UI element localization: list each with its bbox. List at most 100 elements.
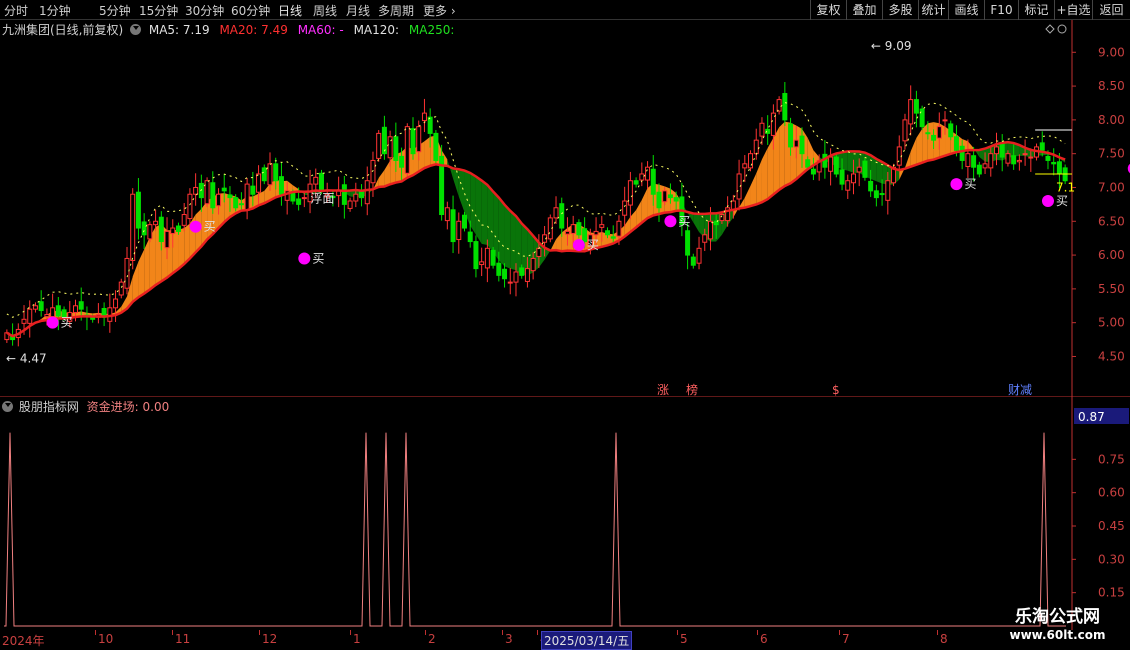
watermark: 乐淘公式网 www.60lt.com <box>985 606 1130 650</box>
indicator-tick-label: 0.15 <box>1098 586 1125 600</box>
indicator-tick-label: 0.45 <box>1098 519 1125 533</box>
event-marker: 榜 <box>686 382 698 396</box>
buy-signal-dot <box>46 316 59 329</box>
trend-band-segment <box>424 136 431 169</box>
candle-body <box>393 136 399 161</box>
candle-body <box>639 173 645 181</box>
period-5min[interactable]: 5分钟 <box>99 2 131 19</box>
indicator-chart[interactable]: 0.75 0.60 0.45 0.30 0.15 0.87 <box>0 396 1130 630</box>
candle-body <box>55 305 61 317</box>
candle-body <box>885 180 891 201</box>
candle-body <box>530 257 536 272</box>
f10-button[interactable]: F10 <box>984 0 1018 20</box>
candle-body <box>610 236 616 239</box>
period-30min[interactable]: 30分钟 <box>185 2 224 19</box>
candle-body <box>971 155 977 168</box>
candle-body <box>1045 155 1051 161</box>
dropdown-circle-icon[interactable] <box>130 24 142 35</box>
trend-band-segment <box>779 121 785 190</box>
period-multi[interactable]: 多周期 <box>378 2 414 19</box>
candle-body <box>576 222 582 236</box>
mark-button[interactable]: 标记 <box>1018 0 1054 20</box>
candle-body <box>793 139 799 148</box>
low-price-label: ← 4.47 <box>6 352 47 366</box>
buy-signal-dot <box>572 238 585 251</box>
candle-body <box>404 126 410 174</box>
candlestick-chart[interactable]: 9.00 8.50 8.00 7.50 7.00 6.50 6.00 5.50 5.00 4.50… <box>0 20 1130 396</box>
candle-body <box>707 220 713 240</box>
event-marker: $ <box>832 383 840 396</box>
candle-body <box>753 139 759 155</box>
period-weekly[interactable]: 周线 <box>313 2 337 19</box>
buy-signal-label: 买 <box>1056 194 1068 208</box>
candle-body <box>656 191 662 209</box>
fuquan-button[interactable]: 复权 <box>810 0 846 20</box>
candle-body <box>216 193 222 207</box>
candle-body <box>645 166 651 181</box>
more-button[interactable]: 更多 › <box>423 2 456 19</box>
period-60min[interactable]: 60分钟 <box>231 2 270 19</box>
date-axis-tick <box>937 630 938 635</box>
candle-body <box>862 160 868 178</box>
candle-body <box>850 173 856 184</box>
candle-body <box>713 220 719 226</box>
draw-line-button[interactable]: 画线 <box>948 0 984 20</box>
candle-body <box>564 230 570 235</box>
candle-body <box>605 230 611 236</box>
candle-body <box>221 187 227 192</box>
date-axis-tick <box>350 630 351 635</box>
candle-body <box>948 123 954 138</box>
candle-body <box>261 167 267 182</box>
candle-body <box>965 153 971 168</box>
period-fenshi[interactable]: 分时 <box>4 2 28 19</box>
period-monthly[interactable]: 月线 <box>346 2 370 19</box>
indicator-current-value: 0.87 <box>1078 410 1105 424</box>
candle-body <box>141 221 147 236</box>
candle-body <box>175 225 181 232</box>
price-tick-label: 8.00 <box>1098 113 1125 127</box>
candle-body <box>667 194 673 199</box>
trend-band-segment <box>773 127 780 195</box>
candle-body <box>456 220 462 241</box>
price-tick-label: 7.50 <box>1098 147 1125 161</box>
candle-body <box>1039 142 1045 151</box>
candle-body <box>353 193 359 202</box>
candle-body <box>633 180 639 185</box>
candle-body <box>32 305 38 310</box>
candle-body <box>599 224 605 228</box>
candle-body <box>267 163 273 186</box>
candle-body <box>27 308 33 324</box>
candle-body <box>118 281 124 296</box>
candle-body <box>164 230 170 249</box>
back-button[interactable]: 返回 <box>1092 0 1130 20</box>
date-axis-label: 10 <box>98 632 114 646</box>
candle-body <box>158 216 164 243</box>
candle-body <box>559 203 565 229</box>
candle-body <box>124 257 130 289</box>
candle-body <box>502 268 508 280</box>
multi-stock-button[interactable]: 多股 <box>882 0 918 20</box>
candle-body <box>479 261 485 266</box>
candle-body <box>1005 153 1011 164</box>
candle-body <box>410 128 416 155</box>
candle-body <box>44 314 50 318</box>
indicator-dropdown-icon[interactable] <box>2 401 13 412</box>
date-axis-label: 5 <box>680 632 688 646</box>
period-15min[interactable]: 15分钟 <box>139 2 178 19</box>
buy-signal-dot <box>950 178 963 191</box>
candle-body <box>908 99 914 125</box>
candle-body <box>461 214 467 229</box>
event-marker: 财减 <box>1008 383 1032 396</box>
candle-body <box>902 119 908 142</box>
period-daily[interactable]: 日线 <box>278 2 302 19</box>
candle-body <box>782 93 788 121</box>
candle-body <box>810 168 816 175</box>
stats-button[interactable]: 统计 <box>918 0 948 20</box>
candle-body <box>593 230 599 236</box>
add-watchlist-button[interactable]: +自选 <box>1054 0 1092 20</box>
candle-body <box>673 197 679 202</box>
candle-body <box>913 99 919 114</box>
candle-body <box>38 301 44 312</box>
period-1min[interactable]: 1分钟 <box>39 2 71 19</box>
overlay-button[interactable]: 叠加 <box>846 0 882 20</box>
